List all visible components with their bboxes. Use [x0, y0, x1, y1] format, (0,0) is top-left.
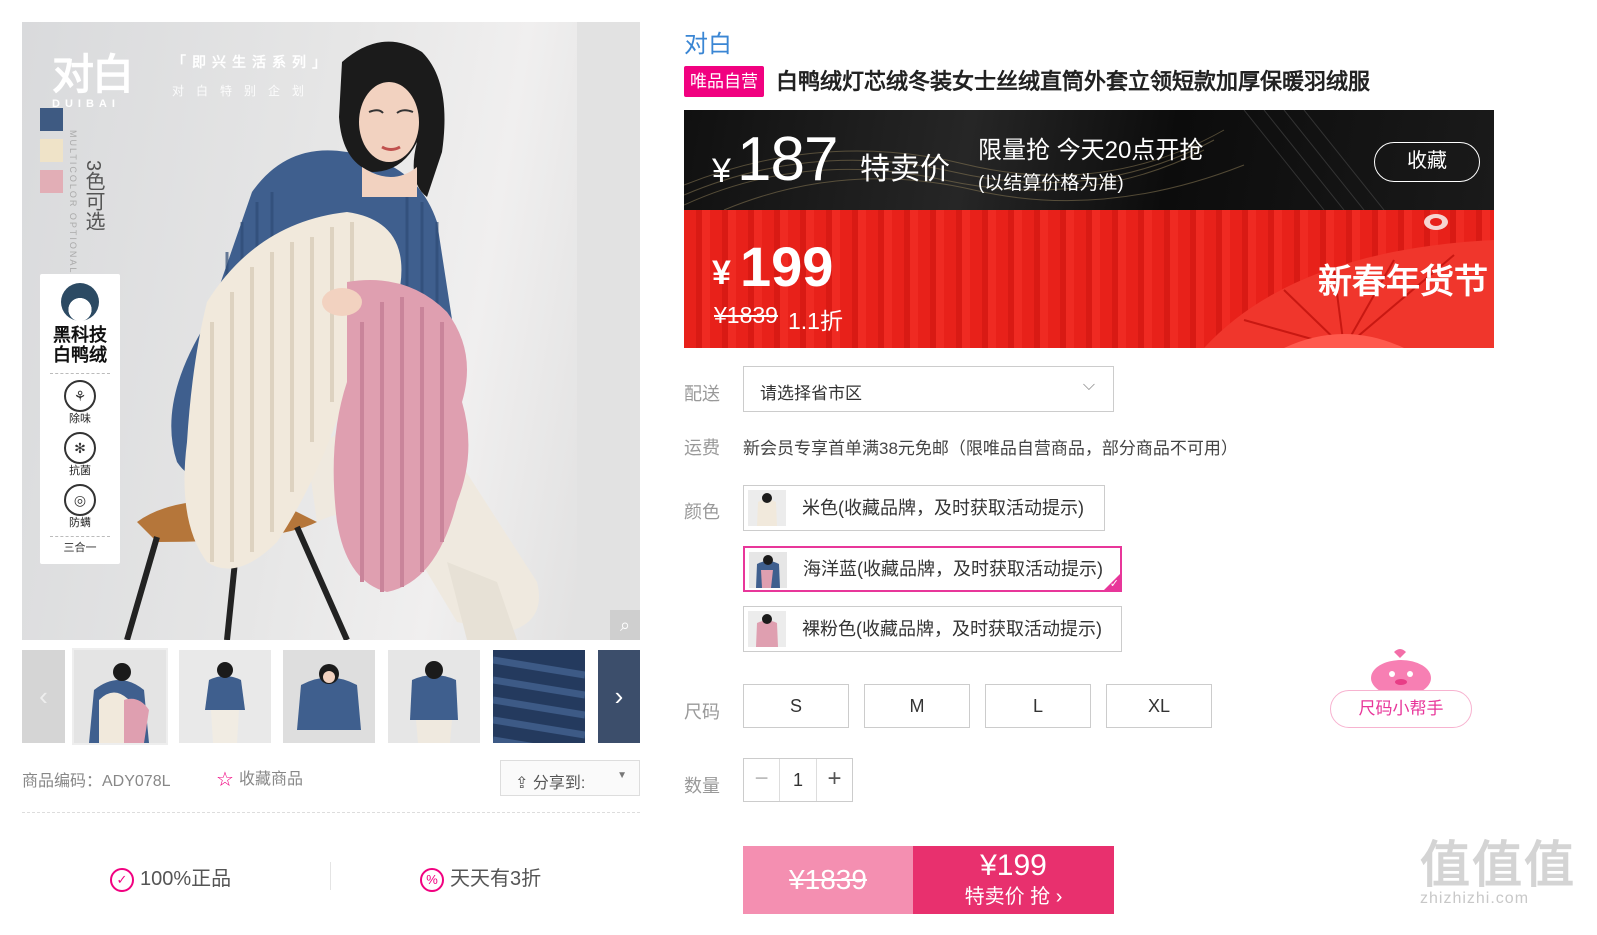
- color-thumbnail: [748, 611, 786, 647]
- sale-price: 199: [740, 235, 834, 298]
- divider: [330, 862, 331, 890]
- shield-check-icon: ✓: [110, 868, 134, 892]
- percent-icon: %: [420, 868, 444, 892]
- flash-subnote: (以结算价格为准): [978, 173, 1124, 194]
- color-option-beige[interactable]: 米色(收藏品牌，及时获取活动提示): [743, 485, 1105, 531]
- swatch-pink: [40, 170, 63, 193]
- collect-button[interactable]: 收藏: [1374, 142, 1480, 182]
- chevron-down-icon: ⌵: [1082, 377, 1095, 394]
- current-price-banner: ¥ 199 ¥1839 1.1折 新春年货节: [684, 210, 1494, 348]
- magnifier-icon[interactable]: ⌕: [610, 610, 640, 640]
- thumbnail-3[interactable]: [283, 650, 375, 743]
- flash-sale-banner: ¥ 187 特卖价 限量抢 今天20点开抢 (以结算价格为准) 收藏: [684, 110, 1494, 210]
- minus-icon[interactable]: −: [744, 759, 780, 801]
- buy-price: ¥199: [980, 849, 1047, 882]
- sku-code: 商品编码：ADY078L: [22, 773, 171, 790]
- brand-logo: 对白 DUIBAI: [52, 50, 134, 111]
- share-dropdown[interactable]: ⇪ 分享到: ▼: [500, 760, 640, 796]
- tech-title: 黑科技白鸭绒: [53, 325, 107, 365]
- flash-price: 187: [737, 125, 838, 194]
- thumbnail-strip: ‹ ›: [22, 648, 640, 745]
- chevron-right-icon[interactable]: ›: [598, 650, 640, 743]
- share-icon: ⇪: [515, 775, 533, 792]
- size-option-l[interactable]: L: [985, 684, 1091, 728]
- swatch-blue: [40, 108, 63, 131]
- size-option-xl[interactable]: XL: [1106, 684, 1212, 728]
- colors-available-caption: 3色可选: [82, 160, 104, 232]
- product-meta-row: 商品编码：ADY078L ☆ 收藏商品 ⇪ 分享到: ▼: [22, 760, 640, 796]
- anti-mite-icon: ◎: [64, 484, 96, 516]
- color-thumbnail: [749, 552, 787, 588]
- quantity-input[interactable]: 1: [780, 759, 816, 801]
- quantity-stepper: − 1 +: [743, 758, 853, 802]
- feature-antibacterial: ✻ 抗菌: [40, 432, 120, 478]
- size-option-m[interactable]: M: [864, 684, 970, 728]
- shipping-label: 运费: [684, 438, 720, 458]
- star-icon: ☆: [216, 769, 234, 791]
- thumbnail-4[interactable]: [388, 650, 480, 743]
- tech-footer: 三合一: [50, 536, 110, 555]
- sale-original-price: ¥1839: [714, 302, 778, 328]
- region-select[interactable]: 请选择省市区 ⌵: [743, 366, 1114, 412]
- main-product-image[interactable]: 对白 DUIBAI 「即兴生活系列」 对白特别企划 MULTICOLOR OPT…: [22, 22, 640, 640]
- sale-discount: 1.1折: [788, 308, 843, 334]
- tech-feature-card: 黑科技白鸭绒 ⚘ 除味 ✻ 抗菌 ◎ 防螨 三合一: [40, 274, 120, 564]
- site-watermark: 值值值 zhizhizhi.com: [1420, 838, 1576, 908]
- color-swatches: [40, 108, 64, 201]
- color-option-nude-pink[interactable]: 裸粉色(收藏品牌，及时获取活动提示): [743, 606, 1122, 652]
- delivery-label: 配送: [684, 384, 720, 404]
- sale-currency: ¥: [712, 254, 731, 292]
- swatch-cream: [40, 139, 63, 162]
- size-label: 尺码: [684, 702, 720, 722]
- color-thumbnail: [748, 490, 786, 526]
- plus-icon[interactable]: +: [816, 759, 852, 801]
- flash-price-tag: 特卖价: [860, 153, 950, 186]
- buy-action-label: 特卖价 抢 ›: [964, 886, 1063, 908]
- divider: [22, 812, 640, 813]
- size-option-s[interactable]: S: [743, 684, 849, 728]
- antibacterial-icon: ✻: [64, 432, 96, 464]
- assurance-authentic: ✓ 100%正品: [110, 862, 231, 892]
- flash-currency: ¥: [712, 152, 731, 190]
- quantity-label: 数量: [684, 776, 720, 796]
- model-figure: [124, 41, 539, 640]
- buy-area: ¥1839 ¥199 特卖价 抢 ›: [743, 846, 1114, 914]
- caret-down-icon: ▼: [617, 770, 627, 781]
- favorite-button[interactable]: ☆ 收藏商品: [216, 765, 303, 792]
- multicolor-caption: MULTICOLOR OPTIONAL: [68, 130, 78, 275]
- buy-original-price: ¥1839: [743, 846, 913, 914]
- festival-slogan: 新春年货节: [1318, 262, 1488, 302]
- watermark-logo: 值值值: [1420, 835, 1576, 894]
- assurance-discount: % 天天有3折: [420, 862, 541, 892]
- thumbnail-1[interactable]: [72, 648, 168, 745]
- flash-notice: 限量抢 今天20点开抢: [978, 137, 1204, 164]
- mascot-icon: [1371, 649, 1431, 694]
- series-caption: 「即兴生活系列」 对白特别企划: [172, 54, 332, 98]
- feature-deodorize: ⚘ 除味: [40, 380, 120, 426]
- duck-emblem-icon: [61, 283, 99, 321]
- checkmark-icon: ✓: [1109, 578, 1119, 590]
- size-helper-button[interactable]: 尺码小帮手: [1330, 690, 1472, 728]
- color-option-ocean-blue[interactable]: 海洋蓝(收藏品牌，及时获取活动提示) ✓: [743, 546, 1122, 592]
- deodorize-icon: ⚘: [64, 380, 96, 412]
- self-operated-badge: 唯品自营: [684, 66, 764, 97]
- buy-now-button[interactable]: ¥199 特卖价 抢 ›: [913, 846, 1114, 914]
- color-label: 颜色: [684, 502, 720, 522]
- region-select-value: 请选择省市区: [760, 384, 862, 403]
- shipping-info: 新会员专享首单满38元免邮（限唯品自营商品，部分商品不可用）: [743, 439, 1238, 458]
- image-background: [577, 22, 640, 640]
- thumbnail-2[interactable]: [179, 650, 271, 743]
- brand-link[interactable]: 对白: [684, 24, 732, 59]
- product-title-row: 唯品自营 白鸭绒灯芯绒冬装女士丝绒直筒外套立领短款加厚保暖羽绒服: [684, 66, 1370, 98]
- feature-anti-mite: ◎ 防螨: [40, 484, 120, 530]
- chevron-left-icon[interactable]: ‹: [22, 650, 65, 743]
- thumbnail-5[interactable]: [493, 650, 585, 743]
- product-title: 白鸭绒灯芯绒冬装女士丝绒直筒外套立领短款加厚保暖羽绒服: [776, 69, 1371, 94]
